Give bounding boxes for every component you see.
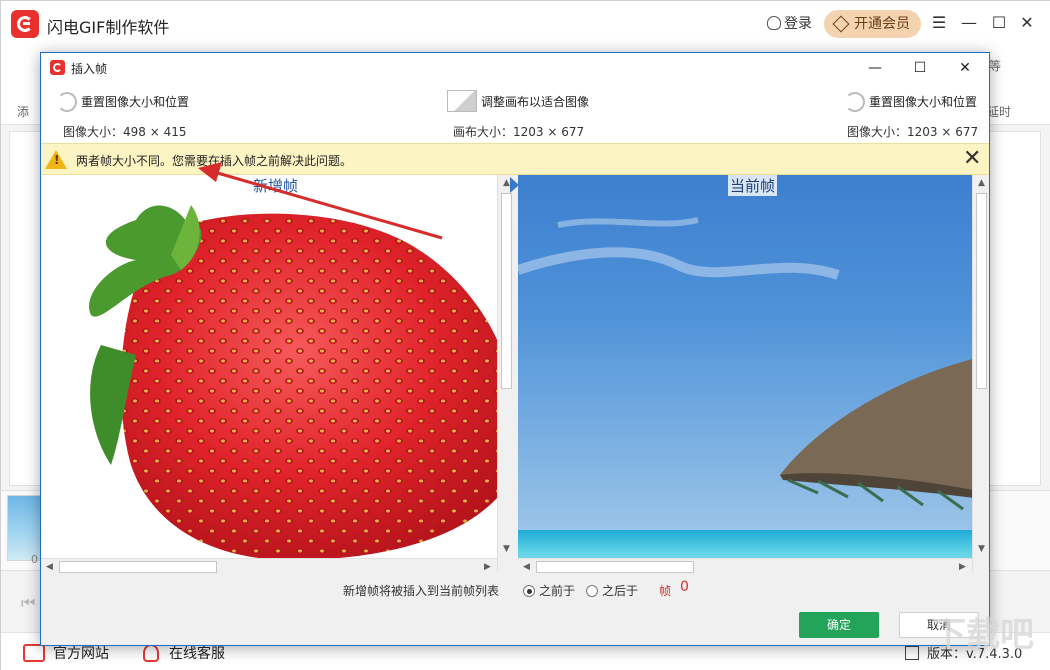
service-label: 在线客服: [169, 646, 225, 662]
scroll-thumb[interactable]: [501, 193, 512, 389]
frame-number: 0: [680, 579, 689, 595]
dialog-close-icon[interactable]: ✕: [955, 58, 975, 78]
insert-frame-dialog: 插入帧 — ☐ ✕ 重置图像大小和位置 图像大小：498 × 415 调整画布以…: [40, 52, 990, 646]
scroll-up-icon[interactable]: ▲: [973, 175, 990, 192]
left-info: 重置图像大小和位置 图像大小：498 × 415: [57, 89, 189, 140]
scroll-right-icon[interactable]: ▶: [954, 559, 971, 575]
frame-thumbnail-index: 0: [31, 553, 38, 566]
dialog-title: 插入帧: [71, 62, 108, 76]
minimize-icon[interactable]: —: [959, 13, 979, 33]
warning-icon: [45, 150, 67, 169]
dialog-maximize-icon[interactable]: ☐: [910, 58, 930, 78]
radio-dot: [586, 585, 598, 597]
reset-right-button[interactable]: 重置图像大小和位置: [845, 89, 978, 115]
right-horizontal-scrollbar[interactable]: ◀ ▶: [518, 558, 972, 575]
vip-label: 开通会员: [854, 16, 910, 32]
refresh-icon: [57, 92, 77, 112]
diamond-icon: [832, 15, 850, 33]
menu-icon[interactable]: ☰: [929, 13, 949, 33]
refresh-icon: [845, 92, 865, 112]
app-titlebar: 闪电GIF制作软件 登录 开通会员 ☰ — ☐ ✕: [1, 1, 1050, 47]
center-info: 调整画布以适合图像 画布大小：1203 × 677: [447, 89, 589, 140]
scroll-down-icon[interactable]: ▼: [973, 541, 990, 558]
dialog-minimize-icon[interactable]: —: [865, 58, 885, 78]
scroll-left-icon[interactable]: ◀: [518, 559, 535, 575]
close-icon[interactable]: ✕: [1017, 13, 1037, 33]
right-vertical-scrollbar[interactable]: ▲ ▼: [972, 175, 989, 572]
app-title: 闪电GIF制作软件: [47, 18, 170, 37]
scroll-thumb[interactable]: [59, 561, 217, 573]
right-info: 重置图像大小和位置 图像大小：1203 × 677: [845, 89, 978, 140]
new-frame-label: 新增帧: [251, 175, 301, 196]
dialog-titlebar: 插入帧 — ☐ ✕: [41, 53, 989, 83]
reset-left-label: 重置图像大小和位置: [81, 95, 190, 109]
cloud-streak: [557, 217, 699, 228]
radio-after-label: 之后于: [602, 584, 639, 598]
radio-dot: [523, 585, 535, 597]
vip-button[interactable]: 开通会员: [824, 10, 921, 38]
version-label: 版本：v.7.4.3.0: [927, 647, 1023, 662]
user-icon: [767, 16, 781, 30]
login-label: 登录: [784, 16, 812, 32]
scroll-thumb[interactable]: [536, 561, 694, 573]
reset-right-label: 重置图像大小和位置: [869, 95, 978, 109]
left-vertical-scrollbar[interactable]: ▲ ▼: [497, 175, 514, 572]
fit-canvas-label: 调整画布以适合图像: [481, 95, 590, 109]
scroll-thumb[interactable]: [976, 193, 987, 389]
warning-bar: 两者帧大小不同。您需要在插入帧之前解决此问题。 ✕: [41, 143, 989, 175]
website-label: 官方网站: [53, 646, 109, 662]
dialog-info-bar: 重置图像大小和位置 图像大小：498 × 415 调整画布以适合图像 画布大小：…: [41, 83, 989, 143]
radio-after[interactable]: 之后于: [586, 582, 638, 599]
website-link[interactable]: 官方网站: [23, 643, 109, 663]
warning-close-icon[interactable]: ✕: [963, 147, 981, 171]
radio-before[interactable]: 之前于: [523, 582, 575, 599]
current-frame-panel: 当前帧: [518, 175, 989, 572]
strawberry-image: [89, 205, 514, 561]
dialog-logo-icon: [50, 60, 65, 75]
new-frame-panel: 新增帧: [41, 175, 514, 572]
left-image-size: 图像大小：498 × 415: [63, 125, 187, 139]
delay-button-label[interactable]: 延时: [987, 103, 1011, 120]
add-button-label[interactable]: 添: [17, 103, 29, 120]
cloud-streak: [518, 247, 840, 280]
scroll-left-icon[interactable]: ◀: [41, 559, 58, 575]
toolbar-partial-label: 等: [989, 59, 1002, 73]
right-image-size: 图像大小：1203 × 677: [847, 125, 979, 139]
warning-text: 两者帧大小不同。您需要在插入帧之前解决此问题。: [76, 154, 353, 168]
cancel-button[interactable]: 取消: [899, 612, 979, 638]
monitor-icon: [23, 644, 45, 662]
service-link[interactable]: 在线客服: [143, 643, 225, 663]
scroll-down-icon[interactable]: ▼: [498, 541, 515, 558]
insert-options: 新增帧将被插入到当前帧列表 之前于 之后于 帧 0: [41, 575, 989, 603]
app-logo-icon: [11, 10, 39, 38]
fit-canvas-button[interactable]: 调整画布以适合图像: [447, 89, 589, 115]
login-button[interactable]: 登录: [767, 13, 812, 33]
person-icon: [143, 644, 159, 662]
reset-left-button[interactable]: 重置图像大小和位置: [57, 89, 189, 115]
frame-label: 帧: [659, 584, 672, 598]
current-frame-label: 当前帧: [728, 175, 778, 196]
skip-back-icon[interactable]: ⏮: [21, 593, 35, 613]
scroll-right-icon[interactable]: ▶: [479, 559, 496, 575]
insert-position-text: 新增帧将被插入到当前帧列表: [343, 584, 500, 598]
left-horizontal-scrollbar[interactable]: ◀ ▶: [41, 558, 497, 575]
canvas-size: 画布大小：1203 × 677: [453, 125, 585, 139]
maximize-icon[interactable]: ☐: [989, 13, 1009, 33]
image-icon: [447, 90, 477, 112]
radio-before-label: 之前于: [539, 584, 576, 598]
ok-button[interactable]: 确定: [799, 612, 879, 638]
beach-umbrella-image: [518, 217, 989, 511]
download-icon[interactable]: [905, 646, 919, 660]
